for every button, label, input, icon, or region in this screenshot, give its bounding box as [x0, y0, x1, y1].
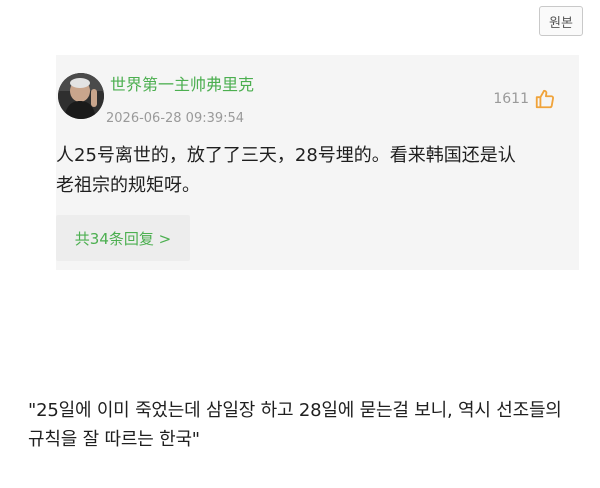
avatar-image	[58, 73, 104, 119]
comment-card: 世界第一主帅弗里克 2026-06-28 09:39:54 1611 人25号离…	[56, 55, 579, 270]
like-button[interactable]: 1611	[493, 87, 557, 111]
comment-username[interactable]: 世界第一主帅弗里克	[110, 73, 254, 97]
translation-text: "25일에 이미 죽었는데 삼일장 하고 28일에 묻는걸 보니, 역시 선조들…	[28, 400, 562, 450]
original-button[interactable]: 원본	[539, 6, 583, 36]
view-replies-button[interactable]: 共34条回复 >	[56, 215, 190, 261]
comment-body: 人25号离世的，放了了三天，28号埋的。看来韩国还是认老祖宗的规矩呀。	[56, 145, 516, 196]
comment-timestamp: 2026-06-28 09:39:54	[106, 111, 245, 126]
like-count: 1611	[493, 91, 529, 107]
thumbs-up-icon	[533, 87, 557, 111]
avatar[interactable]	[58, 73, 104, 119]
